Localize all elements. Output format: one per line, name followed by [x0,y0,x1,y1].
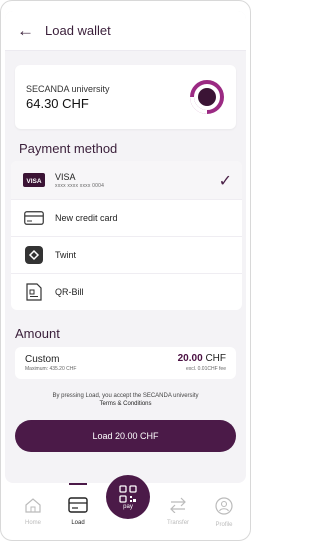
load-button[interactable]: Load 20.00 CHF [15,420,236,452]
nav-transfer[interactable]: Transfer [158,497,198,526]
credit-card-icon [21,211,47,225]
svg-text:VISA: VISA [26,178,41,185]
top-bar: ← Load wallet [5,11,246,51]
account-balance: 64.30 CHF [26,96,89,111]
amount-value: 20.00 CHF [178,353,226,364]
qr-bill-icon [21,283,47,301]
main-content: ← Load wallet SECANDA university 64.30 C… [5,11,246,483]
account-name: SECANDA university [26,84,110,94]
nav-transfer-label: Transfer [166,520,190,526]
wallet-icon [68,497,88,513]
qr-bill-label: QR-Bill [55,287,84,297]
payment-option-qr-bill[interactable]: QR-Bill [11,273,242,310]
amount-custom-label: Custom [25,354,60,365]
amount-max-label: Maximum: 435.20 CHF [25,366,77,372]
account-card: SECANDA university 64.30 CHF [15,65,236,129]
terms-notice: By pressing Load, you accept the SECANDA… [5,392,246,408]
amount-field[interactable]: Custom Maximum: 435.20 CHF 20.00 CHF exc… [15,347,236,379]
phone-frame: ← Load wallet SECANDA university 64.30 C… [0,0,251,541]
arrow-left-icon[interactable]: ← [17,21,39,41]
profile-icon [215,497,233,515]
amount-number: 20.00 [177,353,203,364]
payment-method-list: VISA VISA xxxx xxxx xxxx 0004 ✓ New cred… [11,161,242,310]
visa-label: VISA [55,171,76,182]
home-icon [25,498,41,513]
bottom-nav: Home Load pay Transfer Profile [1,475,250,540]
qr-code-icon [119,484,137,503]
payment-option-new-card[interactable]: New credit card [11,199,242,236]
new-card-label: New credit card [55,213,118,223]
check-icon: ✓ [218,173,232,190]
payment-method-title: Payment method [19,141,118,156]
nav-home-label: Home [24,520,41,526]
nav-profile[interactable]: Profile [204,497,244,528]
twint-icon [21,246,47,264]
nav-home[interactable]: Home [13,497,53,526]
transfer-icon [170,497,186,514]
nav-pay-button[interactable]: pay [106,475,150,519]
nav-load-label: Load [71,520,85,526]
payment-option-twint[interactable]: Twint [11,236,242,273]
payment-option-visa[interactable]: VISA VISA xxxx xxxx xxxx 0004 ✓ [11,161,242,199]
secanda-logo-icon [190,80,224,114]
amount-fee-note: excl. 0.01CHF fee [185,366,226,372]
twint-label: Twint [55,250,77,260]
nav-profile-label: Profile [215,522,233,528]
terms-text: By pressing Load, you accept the SECANDA… [52,393,199,399]
active-tab-indicator [69,483,87,485]
page-title: Load wallet [45,23,111,38]
amount-title: Amount [15,326,60,341]
visa-card-number: xxxx xxxx xxxx 0004 [55,182,105,189]
nav-load[interactable]: Load [58,497,98,526]
visa-card-icon: VISA [21,173,47,187]
amount-currency: CHF [205,353,226,364]
nav-pay-label: pay [123,503,133,510]
terms-link[interactable]: Terms & Conditions [5,400,246,408]
